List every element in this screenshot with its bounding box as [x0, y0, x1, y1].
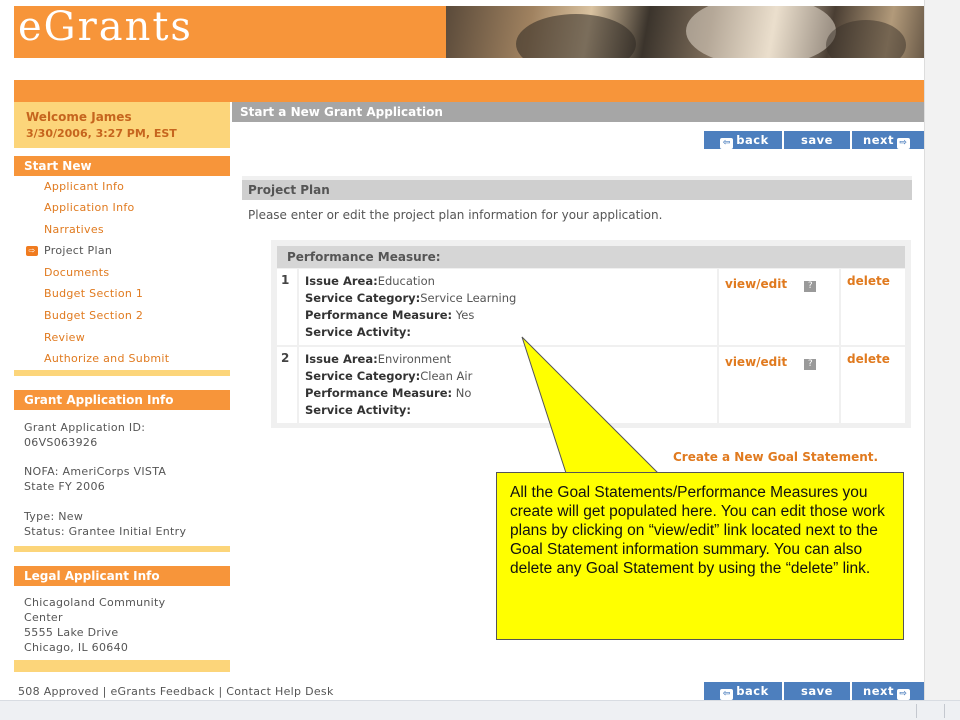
callout-note: All the Goal Statements/Performance Meas…	[496, 472, 904, 640]
